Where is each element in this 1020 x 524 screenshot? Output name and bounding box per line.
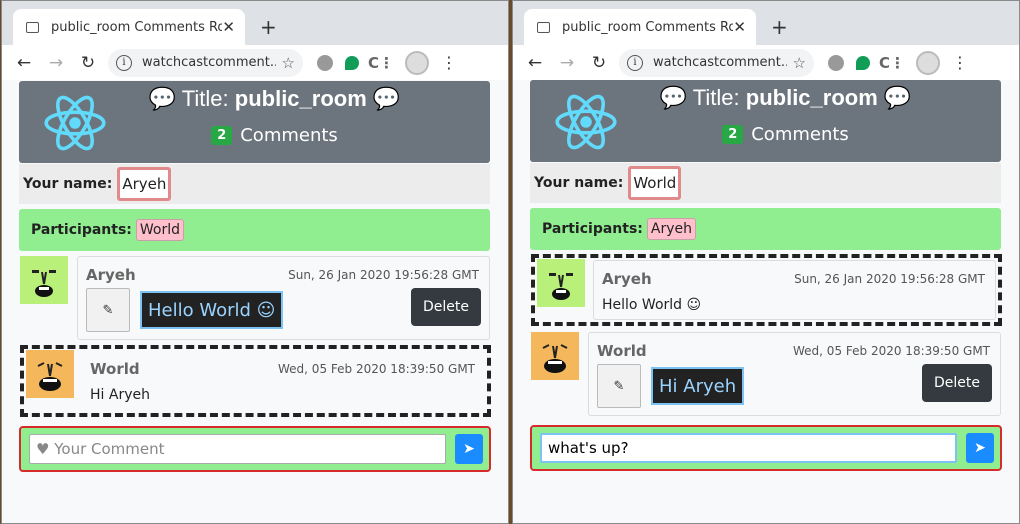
- extension-icon[interactable]: [317, 54, 333, 71]
- your-name-label: Your name:: [23, 176, 113, 192]
- profile-avatar[interactable]: [916, 50, 940, 75]
- hangouts-icon[interactable]: [345, 55, 359, 70]
- avatar: [26, 350, 74, 398]
- comment-timestamp: Sun, 26 Jan 2020 19:56:28 GMT: [794, 272, 985, 286]
- browser-toolbar: ← → ↻ i watchcastcomment... ☆ C⋮ ⋮: [2, 45, 508, 80]
- browser-toolbar: ← → ↻ i watchcastcomment... ☆ C⋮ ⋮: [513, 45, 1019, 80]
- reload-icon[interactable]: ↻: [583, 53, 615, 73]
- hangouts-icon[interactable]: [856, 55, 870, 70]
- edit-comment-field[interactable]: Hello World ☺: [140, 291, 284, 329]
- edit-pencil-button[interactable]: ✎: [86, 288, 130, 332]
- delete-button[interactable]: Delete: [411, 288, 481, 326]
- address-bar[interactable]: i watchcastcomment... ☆: [108, 48, 303, 77]
- participant-tag: Aryeh: [646, 218, 696, 240]
- avatar: [20, 256, 68, 304]
- tab-title: public_room Comments Room: [51, 19, 222, 35]
- page-title: 💬 Title: public_room 💬: [148, 86, 401, 111]
- star-icon[interactable]: ☆: [282, 54, 295, 72]
- extension-icon[interactable]: [828, 54, 844, 71]
- star-icon[interactable]: ☆: [793, 54, 806, 72]
- url-text: watchcastcomment...: [653, 55, 787, 70]
- comment-timestamp: Sun, 26 Jan 2020 19:56:28 GMT: [288, 268, 479, 282]
- info-icon[interactable]: i: [627, 54, 643, 71]
- new-tab-icon[interactable]: +: [260, 15, 277, 39]
- comment-count: 2 Comments: [530, 124, 1001, 145]
- comment-text: Hi Aryeh: [90, 387, 150, 403]
- your-name-row: Your name: Aryeh: [19, 164, 490, 204]
- info-icon[interactable]: i: [116, 54, 132, 71]
- send-button[interactable]: ➤: [966, 433, 994, 463]
- participant-tag: World: [135, 219, 185, 241]
- name-field[interactable]: World: [628, 166, 682, 200]
- menu-icon[interactable]: ⋮: [950, 53, 970, 72]
- participants-bar: Participants: World: [19, 209, 490, 251]
- delete-button[interactable]: Delete: [922, 364, 992, 402]
- count-badge: 2: [722, 125, 744, 144]
- comment-author: Aryeh: [86, 266, 136, 284]
- comment-card: Aryeh Sun, 26 Jan 2020 19:56:28 GMT Hell…: [593, 260, 996, 320]
- forward-icon[interactable]: →: [551, 53, 583, 73]
- back-icon[interactable]: ←: [8, 53, 40, 73]
- comment-card: World Wed, 05 Feb 2020 18:39:50 GMT ✎ Hi…: [588, 332, 1001, 416]
- menu-icon[interactable]: ⋮: [439, 53, 459, 72]
- tab-strip: public_room Comments Room ✕ +: [513, 1, 1019, 45]
- comment-author: World: [90, 360, 140, 378]
- url-text: watchcastcomment...: [142, 55, 276, 70]
- browser-window-left: ▭ □ ✕ public_room Comments Room ✕ + ← → …: [1, 0, 509, 524]
- browser-tab[interactable]: public_room Comments Room ✕: [524, 9, 756, 45]
- comment-count: 2 Comments: [19, 125, 490, 146]
- tab-close-icon[interactable]: ✕: [733, 18, 746, 36]
- room-header: 💬 Title: public_room 💬 2 Comments: [19, 81, 490, 163]
- send-button[interactable]: ➤: [455, 434, 483, 464]
- name-field[interactable]: Aryeh: [117, 167, 172, 201]
- browser-window-right: ▭ □ ✕ public_room Comments Room ✕ + ← → …: [512, 0, 1020, 524]
- comment-composer: what's up? ➤: [530, 425, 1002, 471]
- page-content: 💬 Title: public_room 💬 2 Comments Your n…: [2, 80, 508, 523]
- page-content: 💬 Title: public_room 💬 2 Comments Your n…: [513, 80, 1019, 523]
- participants-label: Participants:: [31, 222, 132, 238]
- comment-input[interactable]: what's up?: [540, 433, 957, 463]
- comment-author: World: [597, 342, 647, 360]
- back-icon[interactable]: ←: [519, 53, 551, 73]
- comment-card: Aryeh Sun, 26 Jan 2020 19:56:28 GMT ✎ He…: [77, 256, 490, 340]
- comment-text: Hello World ☺: [602, 297, 702, 313]
- your-name-row: Your name: World: [530, 163, 1001, 203]
- tab-strip: public_room Comments Room ✕ +: [2, 1, 508, 45]
- comment-timestamp: Wed, 05 Feb 2020 18:39:50 GMT: [793, 344, 990, 358]
- extension-c-icon[interactable]: C⋮: [879, 54, 905, 72]
- tab-title: public_room Comments Room: [562, 19, 733, 35]
- comment-composer: ♥ Your Comment ➤: [19, 426, 491, 472]
- reload-icon[interactable]: ↻: [72, 53, 104, 73]
- count-badge: 2: [211, 126, 233, 145]
- page-title: 💬 Title: public_room 💬: [659, 85, 912, 110]
- comment-icon: [26, 21, 39, 33]
- address-bar[interactable]: i watchcastcomment... ☆: [619, 48, 814, 77]
- comment-author: Aryeh: [602, 270, 652, 288]
- comment-timestamp: Wed, 05 Feb 2020 18:39:50 GMT: [278, 362, 475, 376]
- participants-bar: Participants: Aryeh: [530, 208, 1001, 250]
- profile-avatar[interactable]: [405, 50, 429, 75]
- room-header: 💬 Title: public_room 💬 2 Comments: [530, 80, 1001, 162]
- comment-card: World Wed, 05 Feb 2020 18:39:50 GMT Hi A…: [82, 351, 485, 411]
- participants-label: Participants:: [542, 221, 643, 237]
- forward-icon[interactable]: →: [40, 53, 72, 73]
- new-tab-icon[interactable]: +: [771, 15, 788, 39]
- browser-tab[interactable]: public_room Comments Room ✕: [13, 9, 245, 45]
- edit-pencil-button[interactable]: ✎: [597, 364, 641, 408]
- extension-c-icon[interactable]: C⋮: [368, 54, 394, 72]
- avatar: [531, 332, 579, 380]
- your-name-label: Your name:: [534, 175, 624, 191]
- avatar: [537, 259, 585, 307]
- comment-input[interactable]: ♥ Your Comment: [29, 434, 446, 464]
- tab-close-icon[interactable]: ✕: [222, 18, 235, 36]
- edit-comment-field[interactable]: Hi Aryeh: [651, 367, 745, 405]
- comment-icon: [537, 21, 550, 33]
